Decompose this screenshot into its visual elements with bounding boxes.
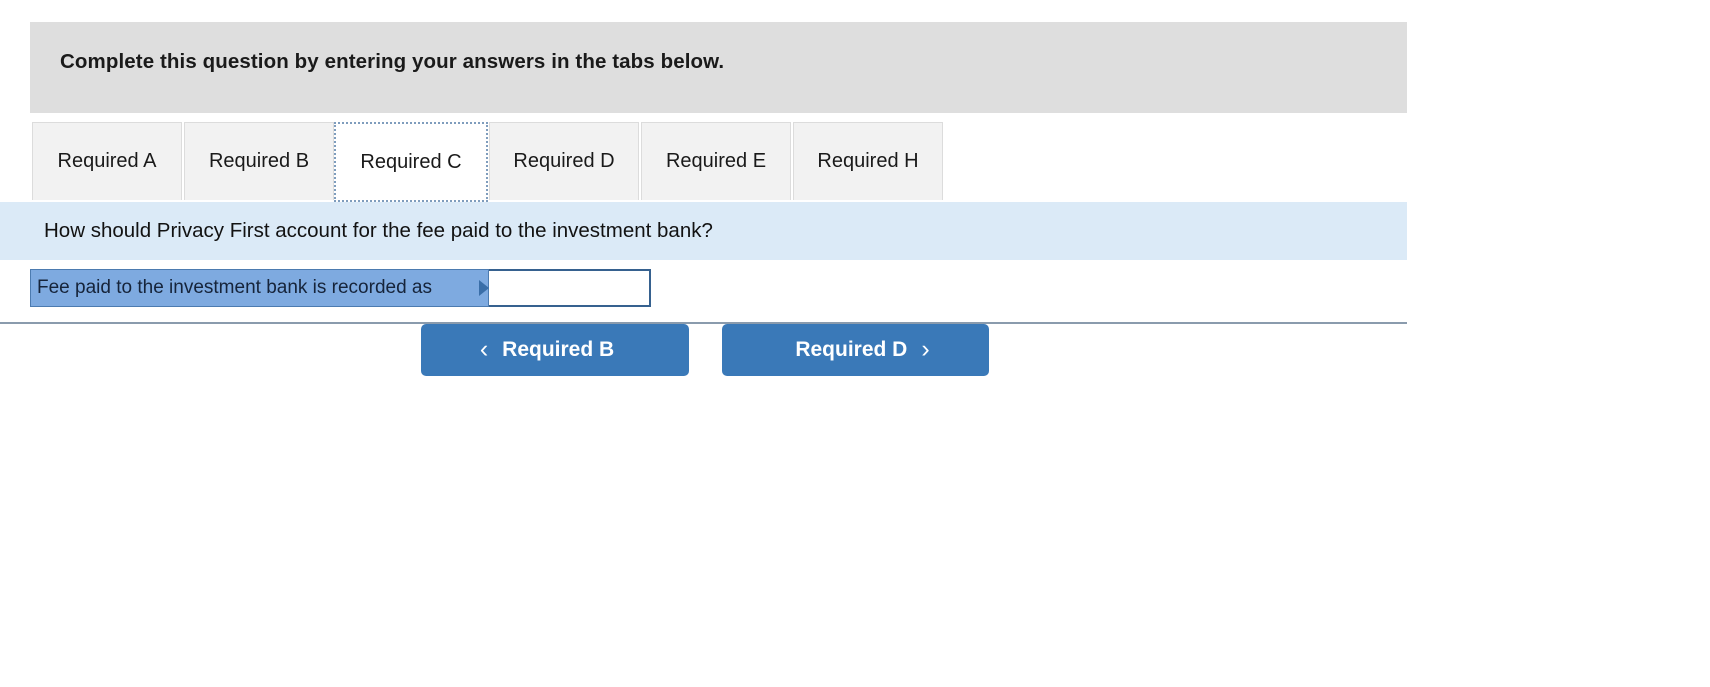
exercise-page: Complete this question by entering your … (0, 0, 1710, 687)
prev-required-label: Required B (502, 338, 615, 361)
tab-required-d[interactable]: Required D (489, 122, 639, 200)
next-required-button[interactable]: Required D › (722, 324, 989, 376)
chevron-left-icon: ‹ (479, 334, 489, 363)
tab-required-h[interactable]: Required H (793, 122, 943, 200)
next-required-label: Required D (795, 338, 908, 361)
answer-row: Fee paid to the investment bank is recor… (30, 269, 651, 307)
tab-required-c[interactable]: Required C (334, 122, 488, 202)
question-prompt-bar: How should Privacy First account for the… (0, 202, 1407, 260)
chevron-right-icon: › (921, 334, 930, 363)
answer-label-cell: Fee paid to the investment bank is recor… (30, 269, 489, 307)
answer-input-cell[interactable] (489, 269, 651, 307)
requirement-tabs: Required A Required B Required C Require… (0, 122, 1710, 324)
instruction-banner: Complete this question by entering your … (30, 22, 1407, 113)
prev-required-button[interactable]: ‹ Required B (421, 324, 689, 376)
tab-navigation: ‹ Required B Required D › (421, 324, 989, 376)
tab-required-a[interactable]: Required A (32, 122, 182, 200)
triangle-right-icon (479, 280, 489, 296)
answer-label-text: Fee paid to the investment bank is recor… (37, 277, 433, 298)
tab-required-e[interactable]: Required E (641, 122, 791, 200)
instruction-text: Complete this question by entering your … (60, 50, 725, 73)
question-prompt-text: How should Privacy First account for the… (44, 219, 713, 242)
tab-required-b[interactable]: Required B (184, 122, 334, 200)
answer-input[interactable] (489, 271, 649, 305)
